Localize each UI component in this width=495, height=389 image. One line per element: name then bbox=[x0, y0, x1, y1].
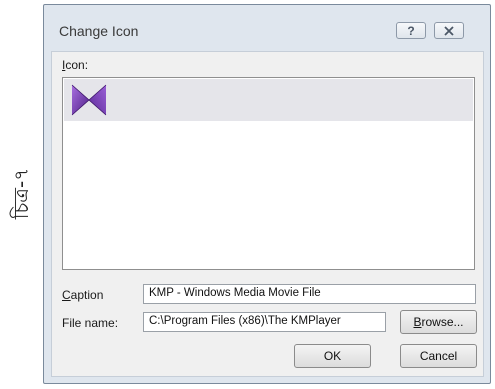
caption-label: Caption bbox=[62, 288, 104, 302]
browse-button[interactable]: Browse... bbox=[400, 310, 477, 334]
side-caption: চিত্র-৭ bbox=[4, 158, 44, 228]
change-icon-dialog: Change Icon ? Icon: Caption KMP - Window… bbox=[43, 4, 491, 384]
caption-field[interactable]: KMP - Windows Media Movie File bbox=[143, 284, 476, 304]
filename-label: File name: bbox=[62, 316, 119, 330]
close-button[interactable] bbox=[434, 22, 464, 39]
title-bar[interactable]: Change Icon ? bbox=[44, 5, 490, 51]
icon-list-label: Icon: bbox=[62, 58, 89, 72]
dialog-title: Change Icon bbox=[59, 23, 139, 39]
kmplayer-bowtie-icon bbox=[71, 84, 107, 116]
side-caption-text: চিত্র-৭ bbox=[9, 167, 34, 219]
help-icon: ? bbox=[407, 23, 415, 38]
icon-list[interactable] bbox=[62, 77, 475, 270]
cancel-button[interactable]: Cancel bbox=[400, 344, 477, 368]
icon-list-item[interactable] bbox=[64, 79, 473, 121]
ok-button[interactable]: OK bbox=[294, 344, 371, 368]
help-button[interactable]: ? bbox=[396, 22, 426, 39]
close-icon bbox=[444, 25, 454, 36]
dialog-client-area: Icon: Caption KMP - Windows Media Movie … bbox=[51, 51, 484, 377]
filename-field[interactable]: C:\Program Files (x86)\The KMPlayer bbox=[143, 312, 386, 332]
